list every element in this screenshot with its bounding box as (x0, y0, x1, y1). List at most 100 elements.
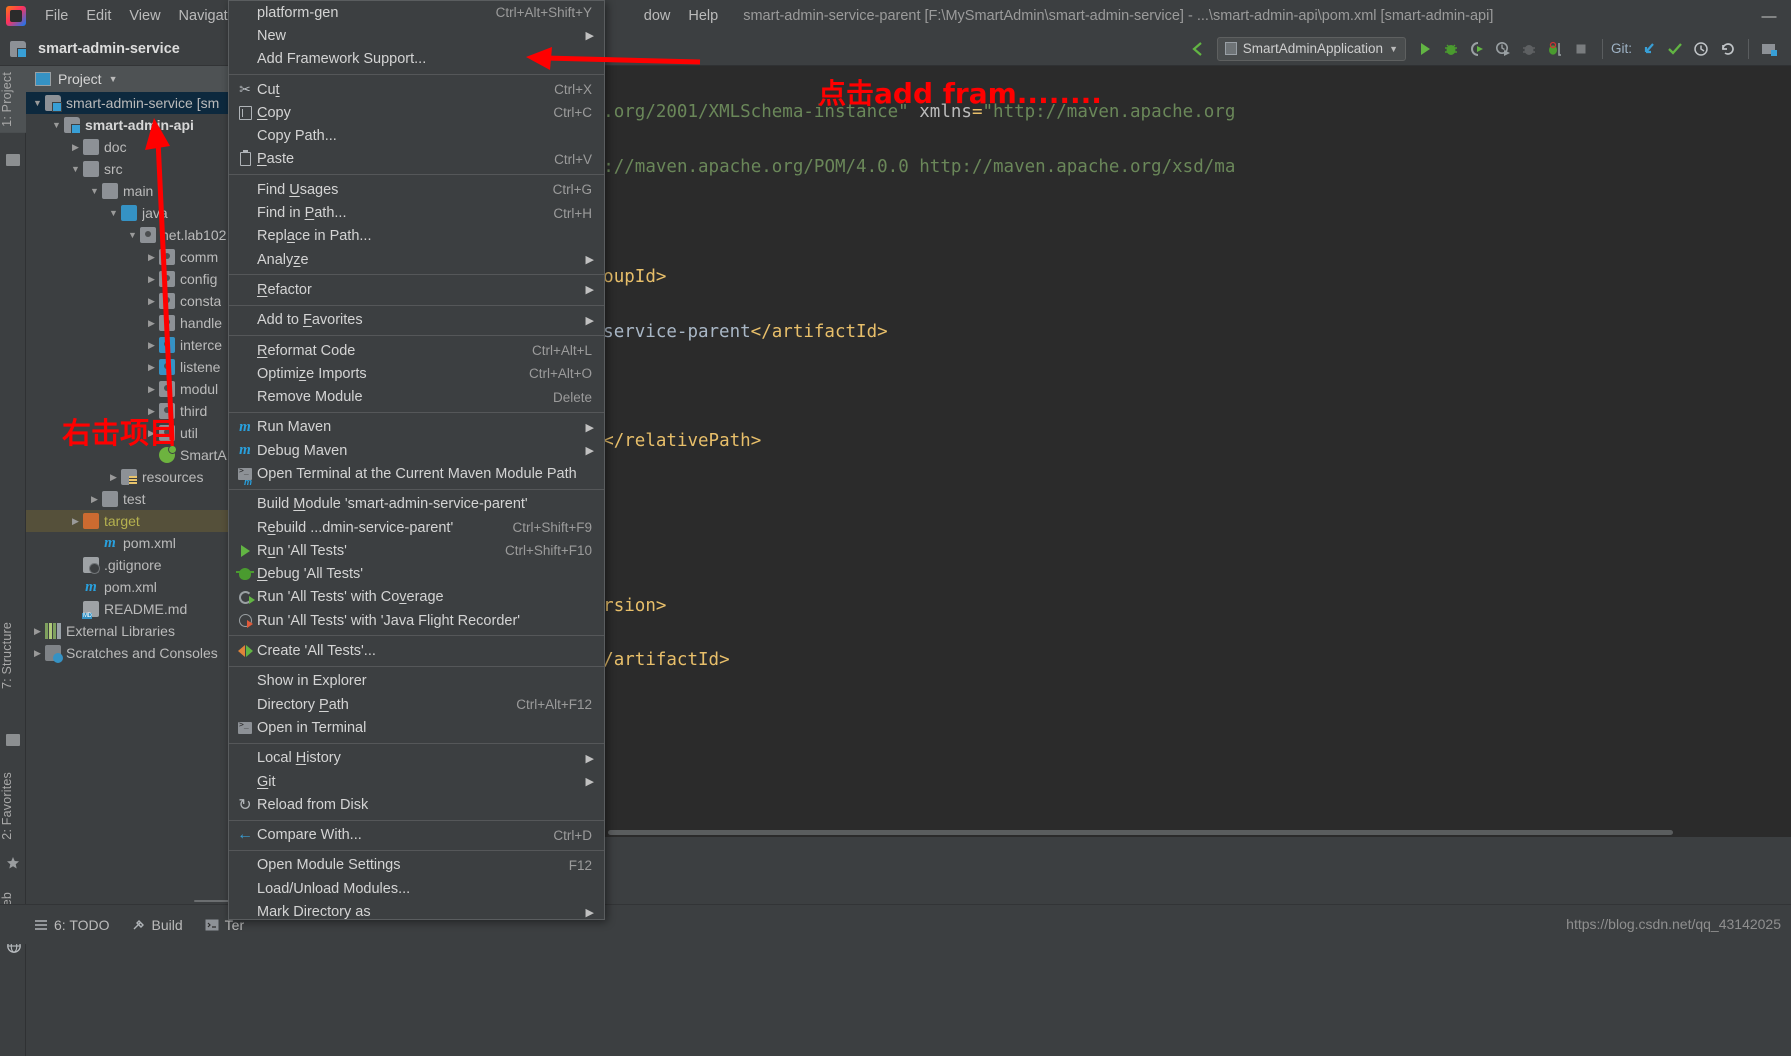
context-menu-item[interactable]: Reformat Code Ctrl+Alt+L (229, 339, 604, 362)
attach-debug-icon[interactable] (1542, 36, 1568, 62)
context-menu-item[interactable]: Debug 'All Tests' (229, 563, 604, 586)
scrollbar-thumb[interactable] (608, 830, 1673, 835)
context-menu-item[interactable]: Reload from Disk (229, 793, 604, 816)
context-menu-item[interactable]: Open Terminal at the Current Maven Modul… (229, 462, 604, 487)
tree-row[interactable]: ▼ java (26, 202, 228, 224)
run-configuration-selector[interactable]: SmartAdminApplication ▼ (1216, 36, 1406, 61)
context-menu-item[interactable]: platform-gen Ctrl+Alt+Shift+Y (229, 1, 604, 24)
tree-twisty-right-icon[interactable]: ▶ (87, 494, 102, 505)
tree-row[interactable]: m pom.xml (26, 532, 228, 554)
tree-twisty-right-icon[interactable]: ▶ (144, 318, 159, 329)
context-menu-item[interactable]: Copy Path... (229, 124, 604, 147)
tree-row[interactable]: README.md (26, 598, 228, 620)
tree-row[interactable]: ▼ main (26, 180, 228, 202)
context-menu-item[interactable]: Build Module 'smart-admin-service-parent… (229, 493, 604, 516)
chevron-down-icon[interactable]: ▼ (1389, 44, 1398, 54)
tree-twisty-right-icon[interactable]: ▶ (68, 142, 83, 153)
menu-file[interactable]: File (36, 5, 77, 28)
context-menu-item[interactable]: Remove Module Delete (229, 385, 604, 408)
menu-help[interactable]: Help (679, 5, 727, 28)
debug-icon[interactable] (1438, 36, 1464, 62)
tree-twisty-right-icon[interactable]: ▶ (144, 296, 159, 307)
context-menu-item[interactable]: Paste Ctrl+V (229, 148, 604, 171)
context-menu-item[interactable]: Analyze ▶ (229, 248, 604, 271)
menu-edit[interactable]: Edit (77, 5, 120, 28)
tree-twisty-down-icon[interactable]: ▼ (87, 186, 102, 196)
status-todo[interactable]: 6: TODO (34, 917, 110, 933)
tree-row[interactable]: ▶ test (26, 488, 228, 510)
tree-row[interactable]: ▼ net.lab102 (26, 224, 228, 246)
context-menu[interactable]: platform-gen Ctrl+Alt+Shift+Y New ▶ Add Fram… (228, 0, 605, 920)
tree-row[interactable]: ▶ consta (26, 290, 228, 312)
context-menu-item[interactable]: Rebuild ...dmin-service-parent' Ctrl+Shif… (229, 516, 604, 539)
context-menu-item[interactable]: Replace in Path... (229, 225, 604, 248)
tree-row[interactable]: ▶ handle (26, 312, 228, 334)
back-arrow-icon[interactable] (1185, 36, 1211, 62)
profile-icon[interactable] (1490, 36, 1516, 62)
status-build[interactable]: Build (132, 917, 183, 933)
run-with-coverage-icon[interactable] (1464, 36, 1490, 62)
star-icon[interactable] (6, 856, 20, 869)
git-update-icon[interactable] (1636, 36, 1662, 62)
context-menu-item[interactable]: Load/Unload Modules... (229, 877, 604, 900)
context-menu-item[interactable]: Find Usages Ctrl+G (229, 178, 604, 201)
tree-twisty-right-icon[interactable]: ▶ (106, 472, 121, 483)
rail-project[interactable]: 1: Project (0, 66, 26, 133)
context-menu-item[interactable]: Run 'All Tests' Ctrl+Shift+F10 (229, 539, 604, 562)
tree-twisty-down-icon[interactable]: ▼ (68, 164, 83, 174)
tree-twisty-right-icon[interactable]: ▶ (30, 648, 45, 659)
context-menu-item[interactable]: m Run Maven ▶ (229, 416, 604, 439)
context-menu-item[interactable]: New ▶ (229, 24, 604, 47)
tree-row[interactable]: ▶ doc (26, 136, 228, 158)
git-rollback-icon[interactable] (1714, 36, 1740, 62)
context-menu-item[interactable]: Add to Favorites ▶ (229, 309, 604, 332)
tree-twisty-down-icon[interactable]: ▼ (125, 230, 140, 240)
context-menu-item[interactable]: Run 'All Tests' with 'Java Flight Record… (229, 609, 604, 632)
context-menu-item[interactable]: Compare With... Ctrl+D (229, 824, 604, 847)
tree-row[interactable]: ▶ comm (26, 246, 228, 268)
tree-row[interactable]: m pom.xml (26, 576, 228, 598)
context-menu-item[interactable]: Git ▶ (229, 770, 604, 793)
context-menu-item[interactable]: Run 'All Tests' with Coverage (229, 586, 604, 609)
tree-row[interactable]: ▼ smart-admin-service [sm (26, 92, 228, 114)
rail-extra-icon-2[interactable] (6, 734, 20, 746)
tree-twisty-right-icon[interactable]: ▶ (144, 362, 159, 373)
context-menu-item[interactable]: Add Framework Support... (229, 48, 604, 71)
tree-twisty-right-icon[interactable]: ▶ (30, 626, 45, 637)
tree-row[interactable]: ▶ External Libraries (26, 620, 228, 642)
context-menu-item[interactable]: m Debug Maven ▶ (229, 439, 604, 462)
tree-twisty-down-icon[interactable]: ▼ (49, 120, 64, 130)
tree-twisty-right-icon[interactable]: ▶ (68, 516, 83, 527)
tree-row[interactable]: ▶ listene (26, 356, 228, 378)
rail-structure[interactable]: 7: Structure (0, 616, 26, 695)
project-view-tab[interactable]: Project ▼ (26, 66, 228, 92)
tree-twisty-right-icon[interactable]: ▶ (144, 252, 159, 263)
tree-row[interactable]: ▼ smart-admin-api (26, 114, 228, 136)
tree-row[interactable]: ▶ resources (26, 466, 228, 488)
project-structure-icon[interactable] (1757, 36, 1783, 62)
context-menu-item[interactable]: Mark Directory as ▶ (229, 900, 604, 919)
context-menu-item[interactable]: Copy Ctrl+C (229, 101, 604, 124)
tree-row[interactable]: ▼ src (26, 158, 228, 180)
context-menu-item[interactable]: Find in Path... Ctrl+H (229, 201, 604, 224)
git-commit-icon[interactable] (1662, 36, 1688, 62)
menu-window[interactable]: dow (635, 5, 680, 28)
rail-favorites[interactable]: 2: Favorites (0, 766, 26, 846)
context-menu-item[interactable]: Optimize Imports Ctrl+Alt+O (229, 362, 604, 385)
context-menu-item[interactable]: Open Module Settings F12 (229, 854, 604, 877)
chevron-down-icon[interactable]: ▼ (109, 74, 118, 84)
rail-extra-icon[interactable] (6, 154, 20, 166)
tree-twisty-right-icon[interactable]: ▶ (144, 274, 159, 285)
context-menu-item[interactable]: Refactor ▶ (229, 278, 604, 301)
tree-row[interactable]: ▶ Scratches and Consoles (26, 642, 228, 664)
tree-row[interactable]: ▶ target (26, 510, 228, 532)
menu-view[interactable]: View (120, 5, 169, 28)
context-menu-item[interactable]: Create 'All Tests'... (229, 639, 604, 662)
context-menu-item[interactable]: Local History ▶ (229, 747, 604, 770)
tree-twisty-down-icon[interactable]: ▼ (106, 208, 121, 218)
tree-row[interactable]: ▶ interce (26, 334, 228, 356)
context-menu-item[interactable]: Open in Terminal (229, 716, 604, 739)
context-menu-item[interactable]: Directory Path Ctrl+Alt+F12 (229, 693, 604, 716)
tree-twisty-down-icon[interactable]: ▼ (30, 98, 45, 108)
context-menu-item[interactable]: Show in Explorer (229, 670, 604, 693)
